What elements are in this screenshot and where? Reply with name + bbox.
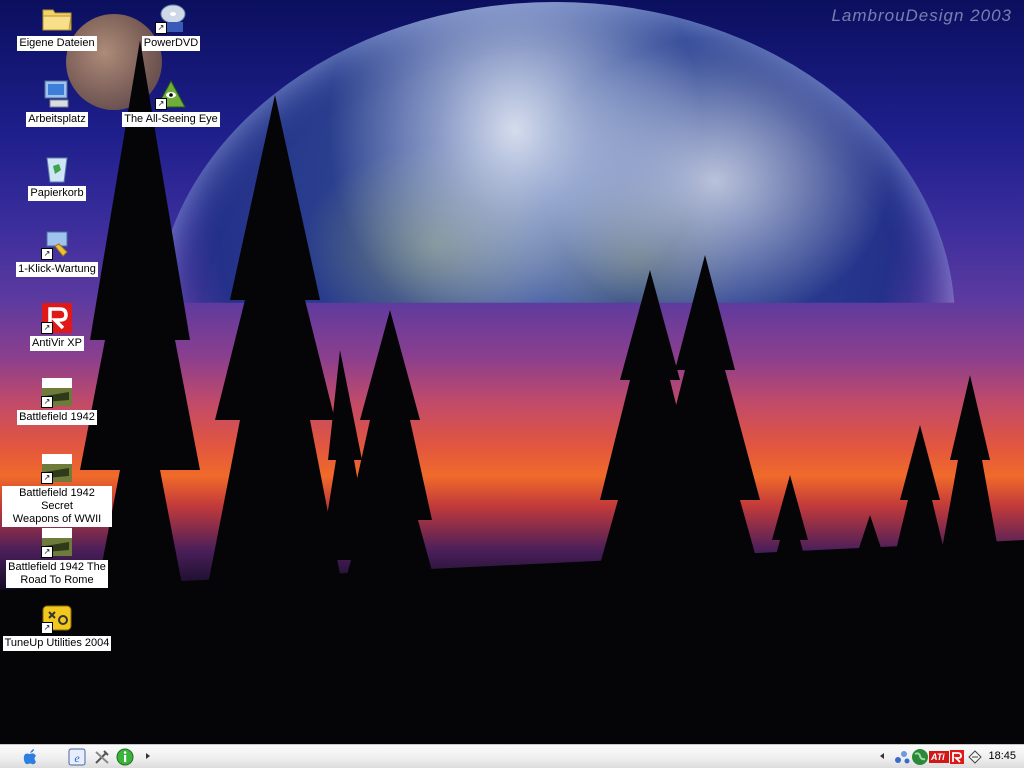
dvd-icon: ↗	[155, 2, 187, 34]
battlefield-icon: ↗	[41, 452, 73, 484]
desktop-icon-antivir[interactable]: ↗ AntiVir XP	[2, 302, 112, 351]
shortcut-arrow-icon: ↗	[41, 248, 53, 260]
icon-label: Eigene Dateien	[17, 36, 97, 51]
desktop-icon-all-seeing-eye[interactable]: ↗ The All-Seeing Eye	[116, 78, 226, 127]
icon-label: Arbeitsplatz	[26, 112, 88, 127]
taskbar: e ATi 18:45	[0, 744, 1024, 768]
icon-label: Battlefield 1942 Secret Weapons of WWII	[2, 486, 112, 527]
icon-label: 1-Klick-Wartung	[16, 262, 98, 277]
icon-label: TuneUp Utilities 2004	[2, 636, 112, 651]
tuneup-icon: ↗	[41, 602, 73, 634]
start-button[interactable]	[22, 748, 38, 766]
recycle-bin-icon	[41, 152, 73, 184]
tray-globe[interactable]	[911, 748, 929, 766]
shortcut-arrow-icon: ↗	[41, 622, 53, 634]
pyramid-eye-icon: ↗	[155, 78, 187, 110]
desktop-icon-1-klick-wartung[interactable]: ↗ 1-Klick-Wartung	[2, 228, 112, 277]
icon-label: PowerDVD	[141, 36, 201, 51]
icon-label: Battlefield 1942 The Road To Rome	[6, 560, 108, 588]
desktop-icon-tuneup[interactable]: ↗ TuneUp Utilities 2004	[2, 602, 112, 651]
tray-printer[interactable]	[966, 748, 984, 766]
globe-icon	[912, 749, 928, 765]
icon-label: AntiVir XP	[30, 336, 84, 351]
antivir-tray-icon	[950, 750, 964, 764]
quicklaunch-expand-chevron[interactable]	[144, 750, 152, 768]
chevron-left-icon	[880, 753, 884, 759]
ati-label: ATi	[931, 752, 945, 762]
shortcut-arrow-icon: ↗	[41, 546, 53, 558]
tools-icon	[95, 750, 109, 764]
icon-label: Battlefield 1942	[17, 410, 97, 425]
shortcut-arrow-icon: ↗	[41, 396, 53, 408]
desktop-icon-powerdvd[interactable]: ↗ PowerDVD	[116, 2, 226, 51]
desktop-icon-battlefield-road-to-rome[interactable]: ↗ Battlefield 1942 The Road To Rome	[2, 526, 112, 588]
quicklaunch-info[interactable]	[116, 748, 134, 766]
tray-antivir[interactable]	[949, 748, 965, 766]
icon-label-line-2: Weapons of WWII	[12, 513, 102, 525]
chevron-right-icon	[146, 753, 150, 759]
icon-label-line-1: Battlefield 1942 The	[8, 561, 106, 573]
tray-network[interactable]	[893, 748, 911, 766]
computer-icon	[41, 78, 73, 110]
tray-ati[interactable]: ATi	[929, 748, 949, 766]
shortcut-arrow-icon: ↗	[41, 322, 53, 334]
printer-icon	[968, 750, 982, 764]
battlefield-icon: ↗	[41, 376, 73, 408]
desktop-icon-battlefield-1942[interactable]: ↗ Battlefield 1942	[2, 376, 112, 425]
desktop-icon-papierkorb[interactable]: Papierkorb	[2, 152, 112, 201]
desktop-icon-battlefield-secret-weapons[interactable]: ↗ Battlefield 1942 Secret Weapons of WWII	[2, 452, 112, 527]
shortcut-arrow-icon: ↗	[155, 22, 167, 34]
icon-label-line-1: Battlefield 1942 Secret	[19, 487, 95, 512]
icon-label: Papierkorb	[28, 186, 86, 201]
shortcut-arrow-icon: ↗	[155, 98, 167, 110]
shortcut-arrow-icon: ↗	[41, 472, 53, 484]
folder-icon	[41, 2, 73, 34]
maintenance-icon: ↗	[41, 228, 73, 260]
icon-label-line-2: Road To Rome	[20, 574, 94, 586]
tray-expand-chevron[interactable]	[878, 750, 886, 768]
svg-text:e: e	[74, 751, 80, 765]
desktop-icon-eigene-dateien[interactable]: Eigene Dateien	[2, 2, 112, 51]
desktop-icon-arbeitsplatz[interactable]: Arbeitsplatz	[2, 78, 112, 127]
desktop[interactable]: LambrouDesign 2003 Eigene Dateien ↗ Powe…	[0, 0, 1024, 744]
ie-icon: e	[68, 748, 86, 766]
apple-start-icon	[23, 749, 36, 765]
quicklaunch-tools[interactable]	[93, 748, 111, 766]
icon-label: The All-Seeing Eye	[122, 112, 220, 127]
antivir-icon: ↗	[41, 302, 73, 334]
network-icon	[895, 751, 910, 764]
taskbar-clock[interactable]: 18:45	[988, 750, 1016, 762]
battlefield-icon: ↗	[41, 526, 73, 558]
quicklaunch-ie[interactable]: e	[68, 748, 86, 766]
info-icon	[116, 748, 134, 766]
